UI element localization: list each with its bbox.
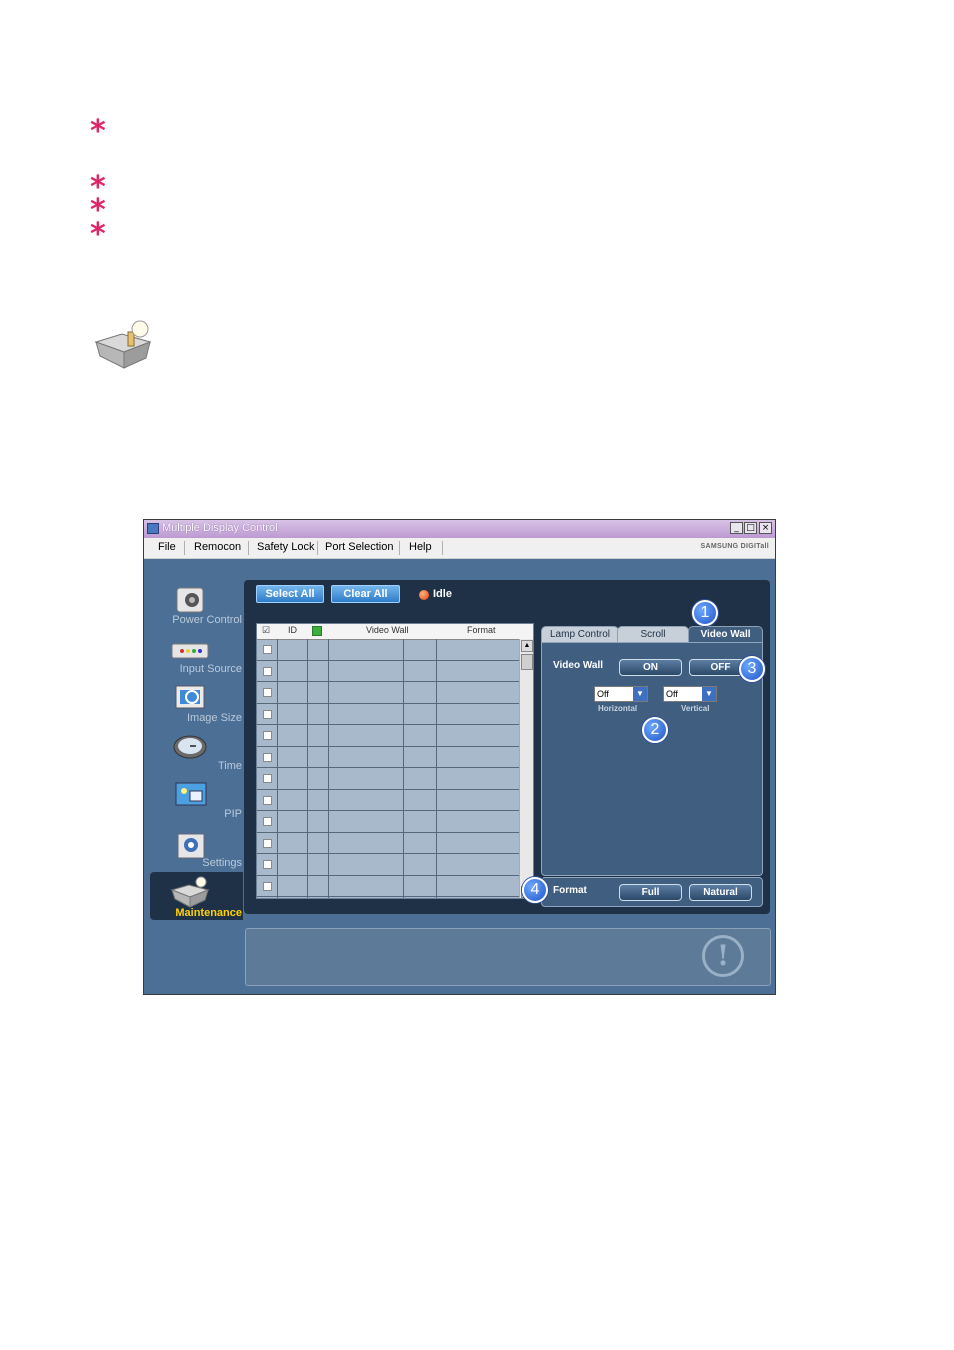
- row-select-checkbox[interactable]: [263, 666, 272, 676]
- menu-bar: File Remocon Safety Lock Port Selection …: [144, 538, 775, 559]
- grid-row-line: [257, 788, 520, 790]
- vertical-select[interactable]: Off ▼: [663, 686, 717, 702]
- chevron-down-icon[interactable]: ▼: [702, 687, 716, 701]
- note-asterisk-4: *: [90, 217, 106, 252]
- message-area: !: [245, 928, 771, 986]
- status-indicator-icon: [419, 590, 429, 600]
- vertical-label: Vertical: [681, 704, 710, 713]
- info-exclamation-icon: !: [702, 935, 744, 977]
- horizontal-select[interactable]: Off ▼: [594, 686, 648, 702]
- brand-logo: SAMSUNG DIGITall: [700, 543, 769, 550]
- menu-help[interactable]: Help: [409, 541, 432, 553]
- grid-column-line: [436, 639, 437, 898]
- grid-row-line: [257, 659, 520, 661]
- row-select-checkbox[interactable]: [263, 731, 272, 740]
- tab-lamp-control[interactable]: Lamp Control: [541, 626, 619, 643]
- format-panel: Format Full Natural: [541, 877, 763, 907]
- grid-row-line: [257, 724, 520, 725]
- sidebar-item-power-control[interactable]: Power Control: [150, 614, 242, 626]
- sidebar-item-settings[interactable]: Settings: [150, 857, 242, 869]
- video-wall-label: Video Wall: [553, 660, 604, 671]
- format-natural-button[interactable]: Natural: [689, 884, 752, 901]
- maximize-button[interactable]: □: [744, 522, 757, 534]
- grid-column-line: [277, 639, 278, 898]
- close-button[interactable]: ×: [759, 522, 772, 534]
- row-select-checkbox[interactable]: [263, 817, 272, 826]
- note-asterisk-1: *: [90, 114, 106, 149]
- row-select-checkbox[interactable]: [263, 645, 272, 654]
- callout-1: 1: [692, 600, 718, 626]
- callout-2: 2: [642, 717, 668, 743]
- app-window: Multiple Display Control _ □ × File Remo…: [143, 519, 776, 995]
- vertical-value: Off: [666, 689, 678, 699]
- video-wall-on-button[interactable]: ON: [619, 659, 682, 676]
- header-id: ID: [288, 625, 297, 635]
- sidebar-item-pip[interactable]: PIP: [150, 808, 242, 820]
- format-full-button[interactable]: Full: [619, 884, 682, 901]
- grid-row-line: [257, 810, 520, 811]
- grid-column-line: [307, 639, 308, 898]
- tab-bar: Lamp Control Scroll Video Wall: [541, 621, 763, 643]
- row-select-checkbox[interactable]: [263, 881, 272, 891]
- grid-row-line: [257, 702, 520, 704]
- menu-separator: [442, 541, 443, 555]
- format-label: Format: [553, 885, 587, 896]
- header-video-wall: Video Wall: [366, 625, 409, 635]
- callout-3: 3: [739, 656, 765, 682]
- header-select-checkbox[interactable]: ☑: [262, 625, 270, 636]
- grid-column-line: [403, 639, 404, 898]
- grid-row-line: [257, 681, 520, 682]
- grid-header: ☑ ID Video Wall Format: [257, 624, 533, 640]
- grid-row-line: [257, 896, 520, 897]
- status-text: Idle: [433, 588, 452, 600]
- header-format: Format: [467, 625, 496, 635]
- menu-separator: [248, 541, 249, 555]
- grid-row-line: [257, 874, 520, 876]
- tab-video-wall[interactable]: Video Wall: [688, 626, 763, 643]
- menu-separator: [317, 541, 318, 555]
- row-select-checkbox[interactable]: [263, 860, 272, 869]
- menu-file[interactable]: File: [158, 541, 176, 553]
- row-select-checkbox[interactable]: [263, 752, 272, 762]
- menu-port-selection[interactable]: Port Selection: [325, 541, 393, 553]
- grid-row-line: [257, 767, 520, 768]
- menu-separator: [399, 541, 400, 555]
- row-select-checkbox[interactable]: [263, 795, 272, 805]
- maintenance-icon: [94, 320, 154, 370]
- row-select-checkbox[interactable]: [263, 838, 272, 848]
- callout-4: 4: [522, 877, 548, 903]
- horizontal-value: Off: [597, 689, 609, 699]
- menu-remocon[interactable]: Remocon: [194, 541, 241, 553]
- grid-row-line: [257, 853, 520, 854]
- power-status-icon: [312, 626, 322, 636]
- sidebar-item-time[interactable]: Time: [150, 760, 242, 772]
- app-icon: [147, 523, 159, 534]
- chevron-down-icon[interactable]: ▼: [633, 687, 647, 701]
- window-title: Multiple Display Control: [162, 522, 278, 534]
- sidebar-item-image-size[interactable]: Image Size: [150, 712, 242, 724]
- menu-safety-lock[interactable]: Safety Lock: [257, 541, 314, 553]
- sidebar-item-input-source[interactable]: Input Source: [150, 663, 242, 675]
- horizontal-label: Horizontal: [598, 704, 638, 713]
- grid-column-line: [328, 639, 329, 898]
- clear-all-button[interactable]: Clear All: [331, 585, 400, 603]
- grid-row-line: [257, 745, 520, 747]
- row-select-checkbox[interactable]: [263, 709, 272, 719]
- grid-row-line: [257, 831, 520, 833]
- minimize-button[interactable]: _: [730, 522, 743, 534]
- title-bar: Multiple Display Control _ □ ×: [144, 520, 775, 538]
- sidebar-item-maintenance[interactable]: Maintenance: [150, 907, 242, 919]
- menu-separator: [184, 541, 185, 555]
- scroll-thumb[interactable]: [521, 654, 533, 670]
- video-wall-panel: Video Wall ON OFF Off ▼ Horizontal Off ▼…: [541, 642, 763, 876]
- grid-scrollbar[interactable]: ▲ ▼: [519, 639, 533, 898]
- row-select-checkbox[interactable]: [263, 688, 272, 697]
- scroll-up-button[interactable]: ▲: [521, 640, 533, 652]
- row-select-checkbox[interactable]: [263, 774, 272, 783]
- select-all-button[interactable]: Select All: [256, 585, 324, 603]
- display-grid: ☑ ID Video Wall Format ▲ ▼: [256, 623, 534, 899]
- tab-scroll[interactable]: Scroll: [617, 626, 689, 643]
